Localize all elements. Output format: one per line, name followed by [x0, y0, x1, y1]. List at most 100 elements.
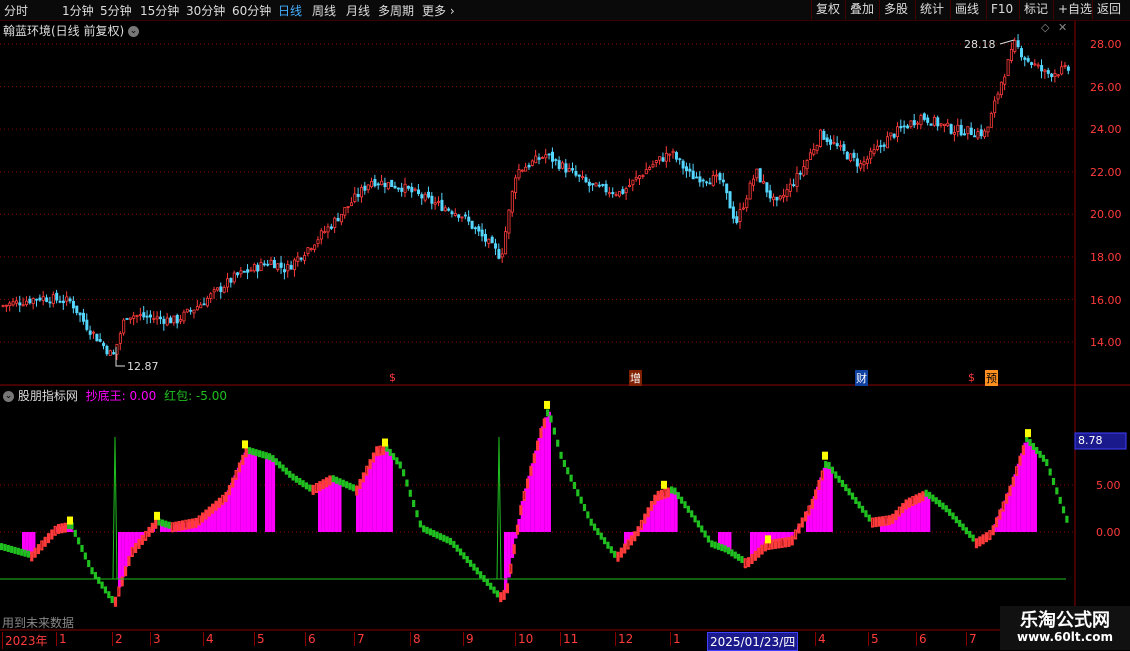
histogram-bar — [750, 532, 754, 558]
time-axis-label: 2023年 — [2, 632, 48, 649]
diamond-icon[interactable]: ◇ — [1041, 21, 1049, 34]
share-increase-marker[interactable]: 增 — [629, 370, 642, 386]
step-line-segment — [710, 540, 714, 548]
dividend-marker[interactable]: $ — [968, 371, 975, 384]
step-line-segment — [164, 520, 168, 528]
candle-body — [185, 308, 189, 313]
step-line-segment — [991, 525, 995, 536]
candle-body — [470, 220, 474, 229]
step-line-segment — [549, 415, 553, 423]
step-line-segment — [425, 526, 429, 534]
histogram-bar — [670, 489, 675, 532]
step-line-segment — [348, 482, 352, 490]
candle-body — [45, 297, 49, 302]
price-gridlines — [0, 43, 1075, 343]
candle-body — [383, 182, 387, 188]
candle-body — [671, 150, 675, 154]
candle-body — [701, 179, 705, 182]
step-line-segment — [804, 511, 808, 522]
step-line-segment — [324, 477, 329, 488]
candle-body — [333, 217, 337, 228]
step-line-segment — [261, 451, 265, 459]
histogram-bar — [376, 449, 380, 532]
candle-body — [591, 183, 595, 186]
step-line-segment — [505, 583, 510, 594]
step-line-segment — [894, 510, 898, 521]
peak-marker — [242, 440, 248, 449]
step-line-segment — [271, 455, 275, 463]
candle-body — [102, 342, 106, 347]
step-line-segment — [917, 492, 922, 503]
step-line-segment — [690, 510, 694, 518]
step-line-segment — [244, 447, 248, 458]
time-axis-label: 5 — [254, 632, 265, 646]
step-line-segment — [1041, 454, 1046, 462]
candle-body — [946, 122, 950, 127]
step-line-segment — [723, 545, 727, 553]
dividend-marker[interactable]: $ — [389, 371, 396, 384]
candlestick-series[interactable] — [1, 34, 1070, 360]
candle-body — [551, 151, 555, 162]
candle-body — [296, 256, 300, 262]
candle-body — [14, 300, 18, 304]
candle-body — [262, 263, 266, 266]
step-line-segment — [268, 453, 272, 461]
step-line-segment — [1005, 493, 1009, 504]
step-line-segment — [559, 451, 563, 459]
candle-body — [1009, 48, 1013, 61]
candle-body — [819, 129, 823, 147]
candle-body — [500, 253, 504, 258]
candle-body — [906, 125, 910, 129]
candle-body — [219, 286, 223, 292]
candle-body — [825, 137, 829, 142]
candle-body — [232, 272, 236, 283]
financial-report-marker[interactable]: 财 — [855, 370, 868, 386]
step-line-segment — [281, 464, 285, 472]
price-tick: 16.00 — [1090, 294, 1122, 307]
candle-body — [812, 149, 816, 155]
kline-chart[interactable] — [0, 0, 1130, 650]
step-line-segment — [837, 475, 841, 483]
candle-body — [313, 244, 317, 250]
time-axis-label: 1 — [56, 632, 67, 646]
candle-body — [963, 133, 967, 136]
candle-body — [798, 172, 802, 175]
step-line-segment — [854, 496, 858, 504]
step-line-segment — [881, 516, 885, 527]
chevron-down-icon[interactable]: ⌄ — [128, 26, 140, 37]
candle-body — [480, 229, 484, 237]
candle-body — [272, 259, 276, 269]
step-line-segment — [834, 471, 838, 479]
step-line-segment — [596, 528, 600, 536]
chevron-down-icon[interactable]: ⌄ — [3, 391, 14, 402]
step-line-segment — [733, 551, 737, 559]
histogram-bar — [246, 449, 251, 532]
histogram-bar — [547, 411, 551, 532]
stock-title-text: 翰蓝环境(日线 前复权) — [3, 24, 125, 38]
candle-body — [949, 124, 953, 134]
candle-body — [490, 236, 494, 244]
candle-body — [353, 193, 357, 202]
histogram-bar — [366, 466, 370, 532]
close-icon[interactable]: ✕ — [1058, 21, 1067, 34]
candle-body — [869, 150, 873, 160]
step-line-segment — [241, 454, 245, 465]
candle-body — [721, 179, 725, 183]
high-price-label: 28.18 — [964, 38, 996, 51]
candle-body — [855, 158, 859, 167]
candle-body — [792, 184, 796, 187]
candle-body — [282, 269, 286, 273]
step-line-segment — [432, 530, 436, 538]
step-line-segment — [489, 582, 493, 590]
candle-body — [289, 264, 293, 270]
candle-body — [326, 226, 330, 233]
candle-body — [179, 319, 183, 322]
candle-body — [735, 216, 739, 223]
step-line-segment — [412, 500, 416, 508]
step-line-segment — [1051, 477, 1056, 485]
step-line-segment — [93, 572, 97, 580]
candle-body — [85, 319, 89, 330]
candle-body — [544, 154, 548, 159]
forecast-marker[interactable]: 预 — [985, 370, 998, 386]
step-line-segment — [361, 472, 365, 483]
